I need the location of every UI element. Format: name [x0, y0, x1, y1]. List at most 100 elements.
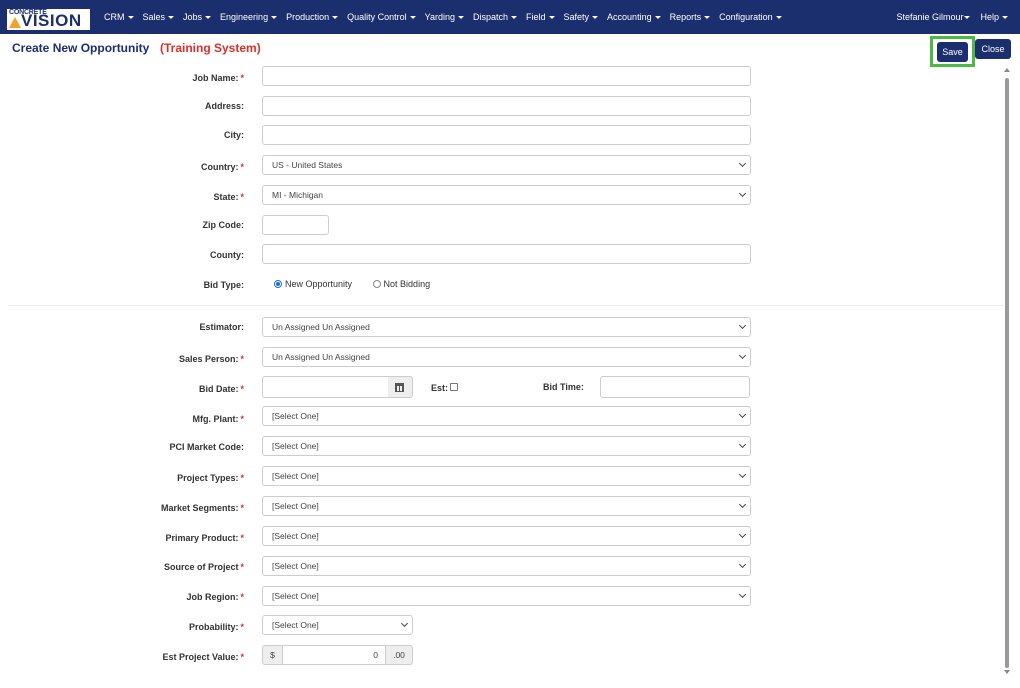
nav-engineering[interactable]: Engineering [220, 0, 278, 34]
nav-production[interactable]: Production [286, 0, 339, 34]
state-label: State: * [0, 192, 244, 202]
bid-type-new-opportunity-label: New Opportunity [285, 279, 353, 289]
country-select[interactable]: US - United States [262, 155, 751, 175]
nav-crm-label: CRM [104, 12, 125, 22]
city-label-text: City: [224, 130, 244, 140]
market-segments-label-text: Market Segments: [160, 503, 239, 513]
state-select[interactable]: MI - Michigan [262, 185, 751, 205]
address-input[interactable] [262, 96, 751, 116]
save-button-highlight: Save [930, 36, 975, 67]
chevron-down-icon [738, 440, 747, 449]
bid-date-calendar-button[interactable] [388, 376, 413, 398]
bid-type-not-bidding[interactable]: Not Bidding [372, 279, 430, 289]
job-name-label: Job Name: * [0, 73, 244, 83]
bid-date-label-text: Bid Date: [198, 384, 239, 394]
nav-accounting[interactable]: Accounting [607, 0, 661, 34]
estimator-select-value: Un Assigned Un Assigned [272, 322, 370, 332]
bid-type-label: Bid Type: [0, 280, 244, 290]
sales-person-select[interactable]: Un Assigned Un Assigned [262, 347, 751, 367]
primary-product-label: Primary Product: * [0, 533, 244, 543]
nav-sales[interactable]: Sales [143, 0, 175, 34]
country-label-text: Country: [200, 162, 239, 172]
nav-quality-control-label: Quality Control [347, 12, 407, 22]
caret-down-icon [458, 16, 464, 20]
market-segments-select[interactable]: [Select One] [262, 496, 751, 516]
save-button[interactable]: Save [937, 42, 968, 62]
mfg-plant-select[interactable]: [Select One] [262, 406, 751, 426]
caret-down-icon [332, 16, 339, 20]
nav-configuration[interactable]: Configuration [719, 0, 782, 34]
concrete-vision-logo[interactable]: CONCRETE VISION [7, 9, 90, 30]
radio-selected-icon[interactable] [274, 280, 282, 288]
main-menu: CRM Sales Jobs Engineering Production Qu… [104, 0, 791, 34]
radio-unselected-icon[interactable] [372, 280, 381, 288]
caret-down-icon [271, 16, 278, 20]
top-navbar: CONCRETE VISION CRM Sales Jobs Engineeri… [0, 0, 1020, 34]
pci-market-code-label: PCI Market Code: [0, 442, 244, 452]
probability-select[interactable]: [Select One] [262, 615, 413, 635]
mfg-plant-label-text: Mfg. Plant: [192, 414, 239, 424]
nav-jobs[interactable]: Jobs [183, 0, 212, 34]
county-label: County: [0, 250, 244, 260]
job-region-select[interactable]: [Select One] [262, 586, 751, 606]
country-label: Country: * [0, 162, 244, 172]
nav-quality-control[interactable]: Quality Control [347, 0, 416, 34]
chevron-down-icon [738, 470, 747, 479]
scroll-down-arrow-icon[interactable] [1004, 670, 1010, 674]
bid-type-new-opportunity[interactable]: New Opportunity [274, 279, 352, 289]
nav-user[interactable]: Stefanie Gilmour [896, 0, 971, 34]
page-scrollbar[interactable] [1004, 68, 1010, 674]
bid-date-label: Bid Date: * [0, 384, 244, 394]
probability-label: Probability: * [0, 622, 244, 632]
training-system-tag: (Training System) [160, 41, 261, 55]
mfg-plant-select-value: [Select One] [272, 411, 319, 421]
bid-type-radio-group: New Opportunity Not Bidding [274, 279, 430, 289]
nav-yarding[interactable]: Yarding [425, 0, 464, 34]
est-project-value-input[interactable]: 0 [282, 645, 386, 665]
project-types-select[interactable]: [Select One] [262, 466, 751, 486]
job-name-input[interactable] [262, 66, 751, 86]
logo-big-text: VISION [21, 11, 82, 30]
zip-code-label-text: Zip Code: [202, 220, 245, 230]
sales-person-select-value: Un Assigned Un Assigned [272, 352, 370, 362]
required-mark: * [240, 622, 244, 632]
bid-time-input[interactable] [600, 376, 750, 398]
scroll-up-arrow-icon[interactable] [1004, 68, 1010, 72]
pci-market-code-select[interactable]: [Select One] [262, 436, 751, 456]
logo-triangle-icon [9, 17, 21, 28]
primary-product-select[interactable]: [Select One] [262, 526, 751, 546]
caret-down-icon [592, 16, 599, 20]
est-checkbox[interactable] [450, 383, 458, 391]
scroll-thumb[interactable] [1005, 78, 1009, 668]
city-input[interactable] [262, 125, 751, 145]
chevron-down-icon [738, 500, 747, 509]
zip-code-input[interactable] [262, 215, 329, 235]
section-divider [8, 305, 1004, 306]
nav-safety[interactable]: Safety [564, 0, 599, 34]
estimator-select[interactable]: Un Assigned Un Assigned [262, 317, 751, 337]
required-mark: * [240, 414, 244, 424]
project-types-label: Project Types: * [0, 473, 244, 483]
chevron-down-icon [738, 189, 747, 198]
county-input[interactable] [262, 244, 751, 264]
city-label: City: [0, 130, 244, 140]
nav-field[interactable]: Field [526, 0, 555, 34]
nav-crm[interactable]: CRM [104, 0, 134, 34]
nav-reports[interactable]: Reports [670, 0, 711, 34]
bid-date-input[interactable] [262, 376, 389, 398]
nav-field-label: Field [526, 12, 546, 22]
required-mark: * [240, 473, 244, 483]
country-select-value: US - United States [272, 160, 343, 170]
chevron-down-icon [738, 351, 747, 360]
nav-accounting-label: Accounting [607, 12, 652, 22]
close-button[interactable]: Close [975, 39, 1011, 59]
nav-help[interactable]: Help [980, 0, 1008, 34]
probability-select-value: [Select One] [272, 620, 319, 630]
nav-dispatch[interactable]: Dispatch [473, 0, 518, 34]
primary-product-select-value: [Select One] [272, 531, 319, 541]
county-label-text: County: [210, 250, 244, 260]
source-of-project-select[interactable]: [Select One] [262, 556, 751, 576]
job-region-label: Job Region: * [0, 592, 244, 602]
caret-down-icon [205, 16, 212, 20]
user-name: Stefanie Gilmour [896, 12, 964, 22]
